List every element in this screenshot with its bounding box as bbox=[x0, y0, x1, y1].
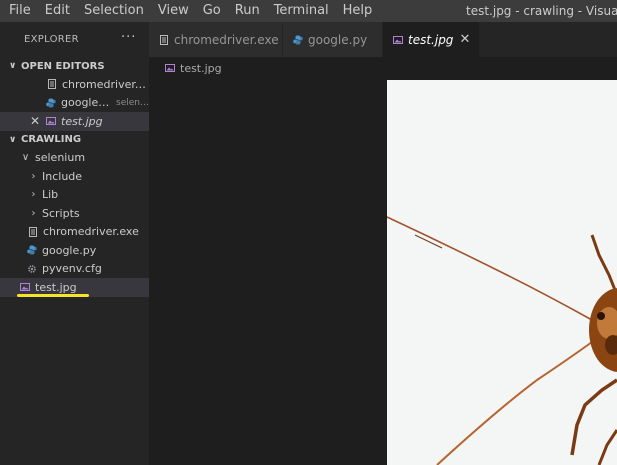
open-editor-label: google.py bbox=[61, 96, 113, 110]
image-file-icon bbox=[165, 64, 175, 72]
insect-photo bbox=[387, 216, 617, 465]
open-editor-folder-desc: seleni... bbox=[116, 97, 149, 108]
tree-item-label: Lib bbox=[42, 188, 59, 202]
menu-view[interactable]: View bbox=[151, 0, 196, 22]
tree-item-label: selenium bbox=[35, 151, 86, 165]
chevron-down-icon: ∨ bbox=[9, 61, 17, 71]
open-editor-label: chromedriver.ex... bbox=[62, 77, 149, 91]
explorer-sidebar: EXPLORER ··· ∨ OPEN EDITORS chromedriver… bbox=[0, 22, 149, 465]
menu-run[interactable]: Run bbox=[228, 0, 267, 22]
tree-item-label: Include bbox=[42, 169, 83, 183]
file-icon bbox=[160, 34, 168, 45]
tab-chromedriver-exe[interactable]: chromedriver.exe bbox=[149, 22, 283, 57]
tab-label: google.py bbox=[308, 32, 368, 47]
tree-folder-lib[interactable]: › Lib bbox=[0, 186, 149, 205]
crawling-folder-header[interactable]: ∨ CRAWLING bbox=[0, 131, 149, 149]
menu-bar: File Edit Selection View Go Run Terminal… bbox=[0, 0, 617, 22]
tree-file-pyvenv-cfg[interactable]: pyvenv.cfg bbox=[0, 260, 149, 279]
menu-file[interactable]: File bbox=[0, 0, 38, 22]
breadcrumb-file[interactable]: test.jpg bbox=[180, 62, 222, 75]
python-icon bbox=[293, 35, 303, 44]
image-file-icon bbox=[20, 283, 30, 292]
more-actions-icon[interactable]: ··· bbox=[121, 31, 136, 44]
tree-item-label: pyvenv.cfg bbox=[42, 262, 102, 276]
python-icon bbox=[46, 98, 56, 108]
chevron-down-icon: ∨ bbox=[9, 134, 17, 145]
menu-edit[interactable]: Edit bbox=[38, 0, 77, 22]
chevron-right-icon: › bbox=[31, 207, 36, 219]
image-preview bbox=[387, 80, 617, 465]
tree-folder-include[interactable]: › Include bbox=[0, 167, 149, 186]
open-editors-header[interactable]: ∨ OPEN EDITORS bbox=[0, 57, 149, 75]
open-editor-label: test.jpg bbox=[61, 114, 103, 128]
chevron-down-icon: ∨ bbox=[21, 152, 30, 164]
tree-file-chromedriver[interactable]: chromedriver.exe bbox=[0, 223, 149, 242]
image-file-icon bbox=[46, 117, 56, 126]
tree-file-google-py[interactable]: google.py bbox=[0, 241, 149, 260]
tree-item-label: chromedriver.exe bbox=[43, 225, 139, 239]
chevron-right-icon: › bbox=[31, 189, 36, 201]
file-icon bbox=[29, 226, 37, 237]
editor-area: chromedriver.exe google.py test.jpg ✕ te… bbox=[149, 22, 617, 465]
gear-icon bbox=[28, 264, 36, 273]
menu-go[interactable]: Go bbox=[196, 0, 228, 22]
image-file-icon bbox=[393, 35, 403, 44]
close-editor-icon[interactable]: ✕ bbox=[29, 114, 41, 128]
menu-help[interactable]: Help bbox=[336, 0, 380, 22]
tree-item-label: test.jpg bbox=[35, 280, 77, 294]
close-tab-icon[interactable]: ✕ bbox=[459, 32, 470, 47]
tab-label: test.jpg bbox=[408, 32, 454, 47]
yellow-annotation-underline bbox=[17, 294, 89, 297]
explorer-header: EXPLORER ··· bbox=[0, 22, 149, 57]
open-editor-item-google-py[interactable]: google.py seleni... bbox=[0, 94, 149, 113]
explorer-title: EXPLORER bbox=[24, 34, 79, 45]
tree-folder-selenium[interactable]: ∨ selenium bbox=[0, 149, 149, 168]
tree-folder-scripts[interactable]: › Scripts bbox=[0, 204, 149, 223]
window-title: test.jpg - crawling - Visual St bbox=[466, 4, 617, 18]
breadcrumb: test.jpg bbox=[149, 57, 617, 79]
chevron-right-icon: › bbox=[31, 170, 36, 182]
tab-label: chromedriver.exe bbox=[174, 32, 279, 47]
editor-tabs: chromedriver.exe google.py test.jpg ✕ bbox=[149, 22, 617, 57]
tab-google-py[interactable]: google.py bbox=[283, 22, 383, 57]
tabs-empty-space bbox=[480, 22, 617, 57]
menu-selection[interactable]: Selection bbox=[77, 0, 151, 22]
file-icon bbox=[48, 79, 56, 90]
python-icon bbox=[27, 245, 37, 255]
crawling-folder-title: CRAWLING bbox=[21, 134, 82, 145]
menu-terminal[interactable]: Terminal bbox=[267, 0, 336, 22]
open-editor-item-test-jpg[interactable]: ✕ test.jpg bbox=[0, 112, 149, 131]
open-editor-item-chromedriver[interactable]: chromedriver.ex... bbox=[0, 75, 149, 94]
tree-item-label: google.py bbox=[42, 243, 97, 257]
open-editors-title: OPEN EDITORS bbox=[21, 60, 105, 72]
tree-item-label: Scripts bbox=[42, 206, 80, 220]
tab-test-jpg[interactable]: test.jpg ✕ bbox=[383, 22, 480, 57]
